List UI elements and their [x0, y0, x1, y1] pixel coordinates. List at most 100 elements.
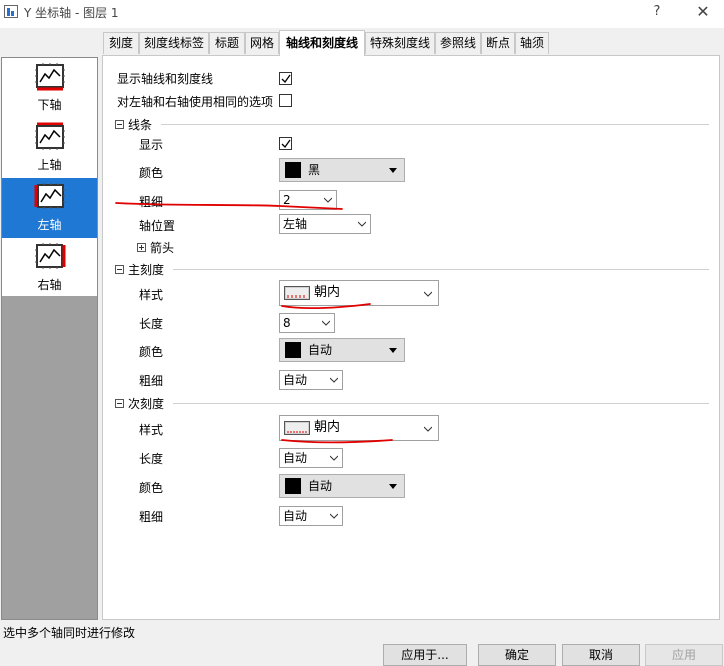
minor-thickness-value: 自动 — [283, 509, 308, 523]
close-button[interactable]: ✕ — [690, 2, 716, 22]
tab-breaks[interactable]: 断点 — [481, 32, 515, 54]
line-section-divider — [161, 124, 709, 125]
tick-style-icon — [284, 286, 310, 300]
chevron-down-icon — [322, 320, 330, 326]
axis-item-left[interactable]: 左轴 — [2, 178, 97, 238]
major-length-select[interactable]: 8 — [279, 313, 335, 333]
color-swatch — [285, 342, 301, 358]
axis-item-bottom[interactable]: 下轴 — [2, 58, 97, 118]
arrow-section-header[interactable]: 箭头 — [137, 239, 174, 256]
expand-icon — [137, 243, 146, 252]
major-style-label: 样式 — [139, 288, 164, 302]
axis-item-right[interactable]: 右轴 — [2, 238, 97, 298]
minor-ticks-header[interactable]: 次刻度 — [115, 395, 164, 412]
title-bar: Y 坐标轴 - 图层 1 ? ✕ — [0, 0, 724, 28]
options-panel: 显示轴线和刻度线 对左轴和右轴使用相同的选项 线条 显示 颜色 黑 粗细 2 轴… — [102, 55, 720, 620]
minor-section-divider — [173, 403, 709, 404]
arrow-section-title: 箭头 — [150, 241, 175, 255]
axis-label-left: 左轴 — [37, 218, 62, 232]
minor-style-select[interactable]: 朝内 — [279, 415, 439, 441]
minor-color-dropdown[interactable]: 自动 — [279, 474, 405, 498]
tab-scale[interactable]: 刻度 — [103, 32, 139, 54]
collapse-icon — [115, 265, 124, 274]
minor-thickness-label: 粗细 — [139, 510, 164, 524]
major-color-label: 颜色 — [139, 345, 164, 359]
minor-length-select[interactable]: 自动 — [279, 448, 343, 468]
chevron-down-icon — [358, 221, 366, 227]
major-thickness-value: 自动 — [283, 373, 308, 387]
axis-left-icon — [34, 183, 65, 209]
chevron-down-icon — [424, 291, 432, 297]
color-swatch — [285, 162, 301, 178]
major-length-value: 8 — [283, 316, 291, 330]
dropdown-arrow-icon — [389, 168, 397, 173]
major-ticks-title: 主刻度 — [128, 263, 165, 277]
ok-button[interactable]: 确定 — [478, 644, 556, 666]
color-swatch — [285, 478, 301, 494]
same-options-label: 对左轴和右轴使用相同的选项 — [117, 95, 274, 109]
tab-rug[interactable]: 轴须 — [515, 32, 549, 54]
tick-style-icon — [284, 421, 310, 435]
tab-title[interactable]: 标题 — [209, 32, 245, 54]
help-button[interactable]: ? — [648, 2, 666, 22]
minor-color-value: 自动 — [308, 479, 333, 493]
axis-top-icon — [35, 122, 65, 150]
major-style-select[interactable]: 朝内 — [279, 280, 439, 306]
axis-position-select[interactable]: 左轴 — [279, 214, 371, 234]
tab-reference-lines[interactable]: 参照线 — [435, 32, 481, 54]
line-show-label: 显示 — [139, 138, 164, 152]
chevron-down-icon — [324, 197, 332, 203]
same-options-checkbox[interactable] — [279, 94, 292, 107]
line-thickness-value: 2 — [283, 193, 291, 207]
axis-position-value: 左轴 — [283, 217, 308, 231]
chevron-down-icon — [330, 513, 338, 519]
tab-tick-labels[interactable]: 刻度线标签 — [139, 32, 209, 54]
major-section-divider — [173, 269, 709, 270]
major-color-dropdown[interactable]: 自动 — [279, 338, 405, 362]
axis-label-right: 右轴 — [37, 278, 62, 292]
tab-special-ticks[interactable]: 特殊刻度线 — [365, 32, 435, 54]
minor-color-label: 颜色 — [139, 481, 164, 495]
axis-bottom-icon — [35, 63, 65, 91]
collapse-icon — [115, 120, 124, 129]
major-ticks-header[interactable]: 主刻度 — [115, 261, 164, 278]
cancel-button[interactable]: 取消 — [562, 644, 640, 666]
minor-length-label: 长度 — [139, 452, 164, 466]
axis-right-icon — [35, 243, 66, 269]
axis-label-bottom: 下轴 — [37, 98, 62, 112]
minor-thickness-select[interactable]: 自动 — [279, 506, 343, 526]
apply-to-button[interactable]: 应用于... — [383, 644, 467, 666]
line-thickness-select[interactable]: 2 — [279, 190, 337, 210]
line-color-label: 颜色 — [139, 166, 164, 180]
line-section-header[interactable]: 线条 — [115, 116, 152, 133]
minor-ticks-title: 次刻度 — [128, 397, 165, 411]
axis-list: 下轴 上轴 左轴 右轴 — [2, 58, 97, 296]
tab-grids[interactable]: 网格 — [245, 32, 279, 54]
major-style-value: 朝内 — [314, 285, 341, 300]
line-color-dropdown[interactable]: 黑 — [279, 158, 405, 182]
show-axis-checkbox[interactable] — [279, 72, 292, 85]
major-thickness-select[interactable]: 自动 — [279, 370, 343, 390]
minor-style-label: 样式 — [139, 423, 164, 437]
app-icon — [4, 5, 18, 18]
dropdown-arrow-icon — [389, 484, 397, 489]
collapse-icon — [115, 399, 124, 408]
axis-label-top: 上轴 — [37, 158, 62, 172]
window-title: Y 坐标轴 - 图层 1 — [24, 6, 119, 20]
tab-line-and-ticks[interactable]: 轴线和刻度线 — [279, 30, 365, 56]
line-color-value: 黑 — [308, 163, 321, 177]
axis-position-label: 轴位置 — [139, 219, 176, 233]
line-thickness-label: 粗细 — [139, 195, 164, 209]
minor-style-value: 朝内 — [314, 420, 341, 435]
axis-list-panel: 下轴 上轴 左轴 右轴 — [1, 57, 98, 620]
chevron-down-icon — [330, 455, 338, 461]
checkmark-icon — [281, 74, 291, 84]
dropdown-arrow-icon — [389, 348, 397, 353]
major-color-value: 自动 — [308, 343, 333, 357]
apply-button[interactable]: 应用 — [645, 644, 723, 666]
show-axis-label: 显示轴线和刻度线 — [117, 72, 214, 86]
major-thickness-label: 粗细 — [139, 374, 164, 388]
line-show-checkbox[interactable] — [279, 137, 292, 150]
axis-item-top[interactable]: 上轴 — [2, 118, 97, 178]
line-section-title: 线条 — [128, 118, 153, 132]
